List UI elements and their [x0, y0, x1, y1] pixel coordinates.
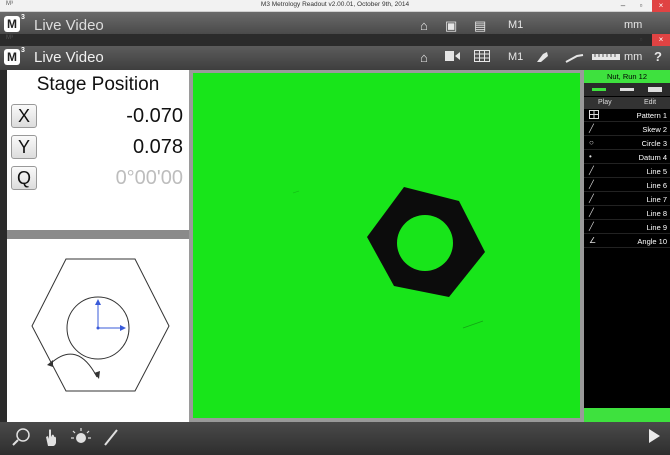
- background-m1-label: M1: [508, 19, 524, 31]
- feature-label: Line 5: [646, 167, 667, 176]
- m1-button[interactable]: M1: [508, 51, 523, 63]
- minimize-button[interactable]: –: [614, 0, 632, 12]
- part-view-panel[interactable]: [7, 239, 189, 422]
- feature-label: Angle 10: [637, 237, 667, 246]
- view-option-2[interactable]: [620, 88, 634, 91]
- stage-position-title: Stage Position: [36, 74, 160, 95]
- x-axis-button[interactable]: X: [11, 104, 37, 128]
- angle-arc-head-right: [94, 371, 100, 379]
- m3-logo-sup: 3: [21, 47, 25, 54]
- background-window-toolbar: M 3 Live Video ⌂ ▣ ▤ M1 mm: [0, 12, 670, 34]
- window-title-bar: M³ M3 Metrology Readout v2.00.01, Octobe…: [0, 0, 670, 12]
- main-toolbar: M 3 Live Video ⌂ M1 mm ?: [0, 46, 670, 70]
- video-image: [292, 187, 485, 329]
- units-button[interactable]: mm: [624, 51, 642, 63]
- feature-label: Pattern 1: [636, 111, 667, 120]
- background-toolbar-title: Live Video: [34, 17, 104, 34]
- edge-tool-icon[interactable]: [565, 50, 585, 68]
- panel-divider[interactable]: [7, 230, 189, 239]
- hand-touch-icon[interactable]: [40, 427, 62, 449]
- play-icon[interactable]: [649, 429, 660, 443]
- tab-play[interactable]: Play: [598, 99, 612, 106]
- maximize-button[interactable]: ▫: [632, 0, 650, 12]
- grid-icon[interactable]: [474, 50, 490, 66]
- stage-position-panel: Stage Position X -0.070 Y 0.078 Q 0°00'0…: [7, 70, 189, 230]
- feature-label: Line 7: [646, 195, 667, 204]
- feature-item[interactable]: ╱ Line 7: [584, 194, 670, 206]
- feature-item[interactable]: ╱ Line 9: [584, 222, 670, 234]
- hexagon-outline: [31, 258, 170, 392]
- background-close-button[interactable]: ×: [652, 34, 670, 46]
- background-app-glyph-icon: M³: [6, 35, 13, 41]
- ruler-icon[interactable]: [592, 50, 620, 66]
- live-video-view[interactable]: [193, 73, 580, 418]
- feature-label: Line 8: [646, 209, 667, 218]
- datum-origin: [96, 326, 100, 330]
- background-video-icon: ▣: [445, 18, 458, 33]
- datum-x-arrowhead: [120, 325, 126, 331]
- background-units-label: mm: [624, 19, 643, 31]
- video-icon[interactable]: [445, 50, 461, 66]
- list-view-toggle[interactable]: [584, 83, 670, 96]
- bottom-toolbar: [0, 422, 670, 455]
- feature-item[interactable]: ╱ Line 8: [584, 208, 670, 220]
- light-icon[interactable]: [70, 427, 92, 449]
- feature-label: Circle 3: [641, 139, 667, 148]
- circle-icon: ○: [589, 138, 594, 147]
- line-icon: ╱: [589, 194, 594, 203]
- feature-item[interactable]: Pattern 1: [584, 110, 670, 122]
- background-m3-logo: M: [4, 16, 20, 32]
- skew-icon: ╱: [589, 124, 594, 133]
- feature-label: Line 6: [646, 181, 667, 190]
- background-home-icon: ⌂: [420, 18, 428, 33]
- feature-list-panel: Nut, Run 12 Play Edit Pattern 1 ╱ Skew 2…: [584, 70, 670, 422]
- toolbar-title: Live Video: [34, 49, 104, 66]
- m3-logo: M: [4, 49, 20, 65]
- line-icon: ╱: [589, 166, 594, 175]
- x-axis-value: -0.070: [126, 105, 183, 127]
- feature-item[interactable]: ╱ Line 6: [584, 180, 670, 192]
- feature-item[interactable]: • Datum 4: [584, 152, 670, 164]
- background-m3-logo-sup: 3: [21, 14, 25, 21]
- feature-item[interactable]: ╱ Skew 2: [584, 124, 670, 136]
- pen-icon[interactable]: [100, 427, 122, 449]
- feature-label: Skew 2: [642, 125, 667, 134]
- q-axis-button[interactable]: Q: [11, 166, 37, 190]
- part-drawing: [31, 258, 170, 392]
- y-axis-button[interactable]: Y: [11, 135, 37, 159]
- pattern-icon: [589, 110, 599, 121]
- probe-icon[interactable]: [535, 50, 551, 68]
- close-button[interactable]: ×: [652, 0, 670, 12]
- feature-label: Line 9: [646, 223, 667, 232]
- home-icon[interactable]: ⌂: [420, 50, 428, 66]
- window-title: M3 Metrology Readout v2.00.01, October 9…: [260, 1, 410, 8]
- zoom-icon[interactable]: [10, 427, 32, 449]
- view-option-3[interactable]: [648, 87, 662, 92]
- angle-icon: ∠: [589, 236, 597, 245]
- line-icon: ╱: [589, 208, 594, 217]
- help-button[interactable]: ?: [654, 49, 662, 64]
- background-grid-icon: ▤: [474, 18, 487, 33]
- feature-label: Datum 4: [638, 153, 667, 162]
- play-edit-tabs: Play Edit: [584, 97, 670, 109]
- tab-edit[interactable]: Edit: [644, 99, 656, 106]
- datum-icon: •: [589, 152, 592, 161]
- datum-y-arrowhead: [95, 299, 101, 305]
- feature-item[interactable]: ╱ Line 5: [584, 166, 670, 178]
- line-icon: ╱: [589, 180, 594, 189]
- feature-item[interactable]: ○ Circle 3: [584, 138, 670, 150]
- run-title: Nut, Run 12: [584, 70, 670, 83]
- background-maximize-button[interactable]: ▫: [632, 34, 650, 46]
- feature-item[interactable]: ∠ Angle 10: [584, 236, 670, 248]
- line-icon: ╱: [589, 222, 594, 231]
- q-axis-value: 0°00'00: [115, 167, 183, 189]
- nut-bore-image: [397, 215, 453, 271]
- y-axis-value: 0.078: [132, 136, 183, 158]
- feature-panel-status-strip: [584, 408, 670, 422]
- view-option-1[interactable]: [592, 88, 606, 91]
